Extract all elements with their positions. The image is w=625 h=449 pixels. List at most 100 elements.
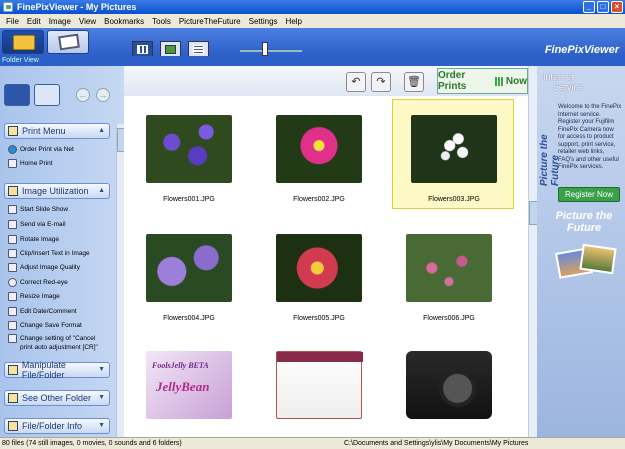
menu-view[interactable]: View: [75, 17, 100, 26]
thumbnail-caption: Flowers005.JPG: [293, 315, 345, 322]
menu-tools[interactable]: Tools: [148, 17, 175, 26]
thumbnail-flowers003[interactable]: Flowers003.JPG: [392, 99, 514, 209]
web-page-screenshot: [276, 351, 363, 419]
send-via-email[interactable]: Send via E-mail: [8, 218, 116, 231]
thumbnail-jelly-page[interactable]: [258, 336, 380, 446]
thumbnail-jellybean[interactable]: FoolsJelly BETA JellyBean: [128, 336, 250, 446]
resize-image[interactable]: Resize Image: [8, 290, 116, 303]
picture-the-future-logo[interactable]: Picture the Future: [545, 210, 623, 234]
menu-bar: File Edit Image View Bookmarks Tools Pic…: [0, 14, 625, 28]
file-count: 80 files (74 still images, 0 movies, 0 s…: [2, 440, 182, 447]
header-line: Service: [553, 82, 584, 92]
section-file-folder-info[interactable]: File/Folder Info ▼: [4, 418, 110, 434]
page-header-bar: [277, 352, 363, 362]
thumbnail-caption: Flowers003.JPG: [428, 196, 480, 203]
register-now-button[interactable]: Register Now: [558, 187, 620, 202]
printer-icon: [8, 126, 18, 136]
close-button[interactable]: ×: [611, 1, 623, 13]
organize-tool-button[interactable]: [34, 84, 60, 106]
left-scrollbar[interactable]: [116, 124, 125, 437]
grid-icon: [495, 76, 504, 86]
folder-icon: [13, 35, 35, 50]
edit-date-comment[interactable]: Edit Date/Comment: [8, 305, 116, 318]
graphic-text: FoolsJelly BETA: [152, 361, 209, 370]
menu-help[interactable]: Help: [282, 17, 306, 26]
camera-photo: [406, 351, 492, 419]
thumbnail-flowers005[interactable]: Flowers005.JPG: [258, 219, 380, 329]
thumbnail-camera[interactable]: [388, 336, 510, 446]
section-label: File/Folder Info: [22, 421, 83, 431]
internet-service-header: Internet Service: [543, 72, 583, 92]
start-slide-show[interactable]: Start Slide Show: [8, 203, 116, 216]
window-title: FinePixViewer - My Pictures: [17, 2, 137, 12]
minimize-button[interactable]: _: [583, 1, 595, 13]
rotate-left-button[interactable]: ↶: [346, 72, 366, 92]
item-label: Send via E-mail: [20, 221, 66, 228]
menu-image[interactable]: Image: [45, 17, 75, 26]
thumbnail-flowers006[interactable]: Flowers006.JPG: [388, 219, 510, 329]
menu-settings[interactable]: Settings: [245, 17, 282, 26]
adjust-image-quality[interactable]: Adjust Image Quality: [8, 261, 116, 274]
folder-mode-button[interactable]: [2, 30, 44, 54]
thumbnail-size-slider[interactable]: [240, 42, 302, 56]
chevron-down-icon: ▼: [98, 394, 105, 401]
slider-thumb[interactable]: [262, 42, 268, 56]
clip-icon: [8, 249, 17, 258]
item-label: Correct Red-eye: [20, 279, 68, 286]
change-save-format[interactable]: Change Save Format: [8, 319, 116, 332]
eye-icon: [8, 278, 17, 287]
header-line: Internet: [543, 72, 574, 82]
viewer-mode-button[interactable]: [47, 30, 89, 54]
chevron-down-icon: ▼: [98, 422, 105, 429]
graphic-text: JellyBean: [156, 379, 210, 394]
section-print-menu[interactable]: Print Menu ▲: [4, 123, 110, 139]
thumbnail-caption: Flowers001.JPG: [163, 196, 215, 203]
forward-arrow-icon[interactable]: →: [96, 88, 110, 102]
item-label: print auto adjustment [CR]": [20, 344, 98, 351]
back-arrow-icon[interactable]: ←: [76, 88, 90, 102]
grid-icon: [137, 45, 148, 54]
title-bar: FinePixViewer - My Pictures _ □ ×: [0, 0, 625, 14]
thumbnail-flowers004[interactable]: Flowers004.JPG: [128, 219, 250, 329]
menu-file[interactable]: File: [2, 17, 23, 26]
rotate-right-button[interactable]: ↷: [371, 72, 391, 92]
app-icon: [3, 2, 13, 12]
brand-logo: FinePixViewer: [544, 44, 619, 56]
item-label: Resize Image: [20, 293, 60, 300]
edit-tool-button[interactable]: [4, 84, 30, 106]
change-setting-cr-line2[interactable]: print auto adjustment [CR]": [20, 341, 128, 354]
item-label: Order Print via Net: [20, 146, 74, 153]
clip-insert-text[interactable]: Clip/Insert Text in Image: [8, 247, 116, 260]
item-label: Clip/Insert Text in Image: [20, 250, 90, 257]
item-label: Start Slide Show: [20, 206, 69, 213]
flower-photo: [276, 115, 362, 183]
resize-icon: [8, 292, 17, 301]
menu-picturethefuture[interactable]: PictureTheFuture: [175, 17, 245, 26]
correct-red-eye[interactable]: Correct Red-eye: [8, 276, 116, 289]
chevron-up-icon: ▲: [98, 127, 105, 134]
thumbnail-flowers001[interactable]: Flowers001.JPG: [128, 100, 250, 210]
maximize-button[interactable]: □: [597, 1, 609, 13]
item-label: Home Print: [20, 160, 53, 167]
thumbnail-flowers002[interactable]: Flowers002.JPG: [258, 100, 380, 210]
picture-the-future-vertical-logo: Picture the Future: [539, 134, 561, 186]
rotate-image[interactable]: Rotate Image: [8, 233, 116, 246]
section-image-utilization[interactable]: Image Utilization ▲: [4, 183, 110, 199]
delete-button[interactable]: 🗑: [404, 72, 424, 92]
section-see-other-folder[interactable]: See Other Folder ▼: [4, 390, 110, 406]
main-scrollbar[interactable]: [528, 66, 538, 437]
flower-photo: [146, 115, 232, 183]
folder-path: C:\Documents and Settings\ylis\My Docume…: [344, 440, 529, 447]
menu-bookmarks[interactable]: Bookmarks: [100, 17, 148, 26]
main-toolbar: [0, 28, 625, 58]
home-print[interactable]: Home Print: [8, 157, 116, 170]
flower-photo: [276, 234, 362, 302]
section-manipulate-file-folder[interactable]: Manipulate File/Folder ▼: [4, 360, 110, 380]
menu-edit[interactable]: Edit: [23, 17, 45, 26]
order-now-label: Now: [505, 75, 527, 87]
folder-icon: [8, 365, 18, 375]
order-prints-now-button[interactable]: Order Prints Now: [437, 68, 528, 94]
flower-photo: [146, 234, 232, 302]
picture-icon: [165, 45, 176, 54]
order-print-via-net[interactable]: Order Print via Net: [8, 143, 116, 156]
